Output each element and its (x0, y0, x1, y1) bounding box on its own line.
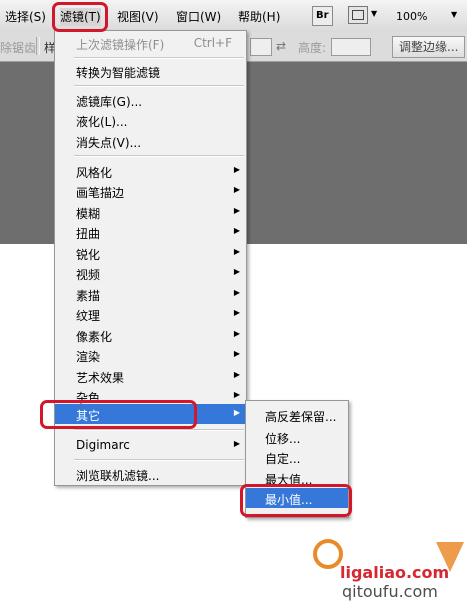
menu-item-sharpen[interactable]: 锐化 ▶ (55, 243, 246, 263)
submenu-arrow-icon: ▶ (233, 329, 240, 338)
chevron-down-icon[interactable]: ▼ (371, 9, 377, 18)
height-field[interactable] (331, 38, 371, 56)
menu-item-pixelate[interactable]: 像素化 ▶ (55, 325, 246, 345)
menu-select[interactable]: 选择(S) (5, 8, 46, 26)
submenu-arrow-icon: ▶ (233, 439, 240, 448)
other-submenu: 高反差保留... 位移... 自定... 最大值... 最小值... (245, 400, 349, 518)
menu-separator (74, 85, 244, 87)
submenu-arrow-icon: ▶ (233, 408, 240, 417)
bridge-button[interactable]: Br (312, 6, 333, 26)
submenu-item-offset[interactable]: 位移... (246, 427, 348, 447)
submenu-item-minimum[interactable]: 最小值... (246, 488, 348, 508)
submenu-arrow-icon: ▶ (233, 206, 240, 215)
menu-item-artistic[interactable]: 艺术效果 ▶ (55, 366, 246, 386)
submenu-arrow-icon: ▶ (233, 226, 240, 235)
width-field[interactable] (250, 38, 272, 56)
adjust-edge-button[interactable]: 调整边缘... (392, 36, 466, 58)
menu-item-texture[interactable]: 纹理 ▶ (55, 304, 246, 324)
menu-item-filter-gallery[interactable]: 滤镜库(G)... (55, 90, 246, 110)
menu-separator (74, 57, 244, 59)
menu-item-convert-smart-filter[interactable]: 转换为智能滤镜 (55, 61, 246, 81)
submenu-item-custom[interactable]: 自定... (246, 447, 348, 467)
menu-item-render[interactable]: 渲染 ▶ (55, 345, 246, 365)
menu-item-stylize[interactable]: 风格化 ▶ (55, 161, 246, 181)
swap-icon[interactable]: ⇄ (276, 39, 286, 53)
menu-item-noise[interactable]: 杂色 ▶ (55, 386, 246, 406)
screen-mode-icon[interactable] (348, 6, 368, 24)
menu-separator (74, 155, 244, 157)
submenu-arrow-icon: ▶ (233, 165, 240, 174)
submenu-arrow-icon: ▶ (233, 247, 240, 256)
zoom-dropdown-icon[interactable]: ▼ (451, 10, 457, 19)
submenu-arrow-icon: ▶ (233, 288, 240, 297)
watermark-url: ligaliao.com (340, 563, 450, 582)
menu-separator (74, 429, 244, 431)
watermark-logo-icon (313, 539, 343, 569)
divider (36, 37, 40, 55)
filter-menu: 上次滤镜操作(F) Ctrl+F 转换为智能滤镜 滤镜库(G)... 液化(L)… (54, 30, 247, 486)
menu-item-browse-online-filters[interactable]: 浏览联机滤镜... (55, 464, 246, 484)
menu-item-vanishing-point[interactable]: 消失点(V)... (55, 131, 246, 151)
menu-bar: 选择(S) 滤镜(T) 视图(V) 窗口(W) 帮助(H) Br ▼ 100% … (0, 0, 467, 33)
submenu-arrow-icon: ▶ (233, 390, 240, 399)
menu-item-sketch[interactable]: 素描 ▶ (55, 284, 246, 304)
zoom-level[interactable]: 100% (396, 8, 427, 26)
submenu-arrow-icon: ▶ (233, 267, 240, 276)
menu-item-other[interactable]: 其它 ▶ (55, 404, 246, 424)
submenu-item-maximum[interactable]: 最大值... (246, 468, 348, 488)
submenu-arrow-icon: ▶ (233, 349, 240, 358)
submenu-arrow-icon: ▶ (233, 185, 240, 194)
menu-item-digimarc[interactable]: Digimarc ▶ (55, 435, 246, 455)
menu-help[interactable]: 帮助(H) (238, 8, 280, 26)
menu-item-last-filter[interactable]: 上次滤镜操作(F) Ctrl+F (55, 33, 246, 53)
menu-item-liquify[interactable]: 液化(L)... (55, 110, 246, 130)
submenu-item-high-pass[interactable]: 高反差保留... (246, 405, 348, 425)
menu-filter[interactable]: 滤镜(T) (60, 8, 101, 26)
menu-item-video[interactable]: 视频 ▶ (55, 263, 246, 283)
submenu-arrow-icon: ▶ (233, 308, 240, 317)
submenu-arrow-icon: ▶ (233, 370, 240, 379)
menu-item-brush-strokes[interactable]: 画笔描边 ▶ (55, 181, 246, 201)
menu-item-distort[interactable]: 扭曲 ▶ (55, 222, 246, 242)
height-label: 高度: (298, 41, 327, 55)
menu-separator (74, 459, 244, 461)
watermark-url-2: qitoufu.com (342, 582, 438, 601)
antialias-label: 除锯齿 (0, 41, 37, 55)
menu-window[interactable]: 窗口(W) (176, 8, 221, 26)
watermark: ligaliao.com qitoufu.com (302, 530, 467, 607)
menu-view[interactable]: 视图(V) (117, 8, 159, 26)
menu-item-blur[interactable]: 模糊 ▶ (55, 202, 246, 222)
